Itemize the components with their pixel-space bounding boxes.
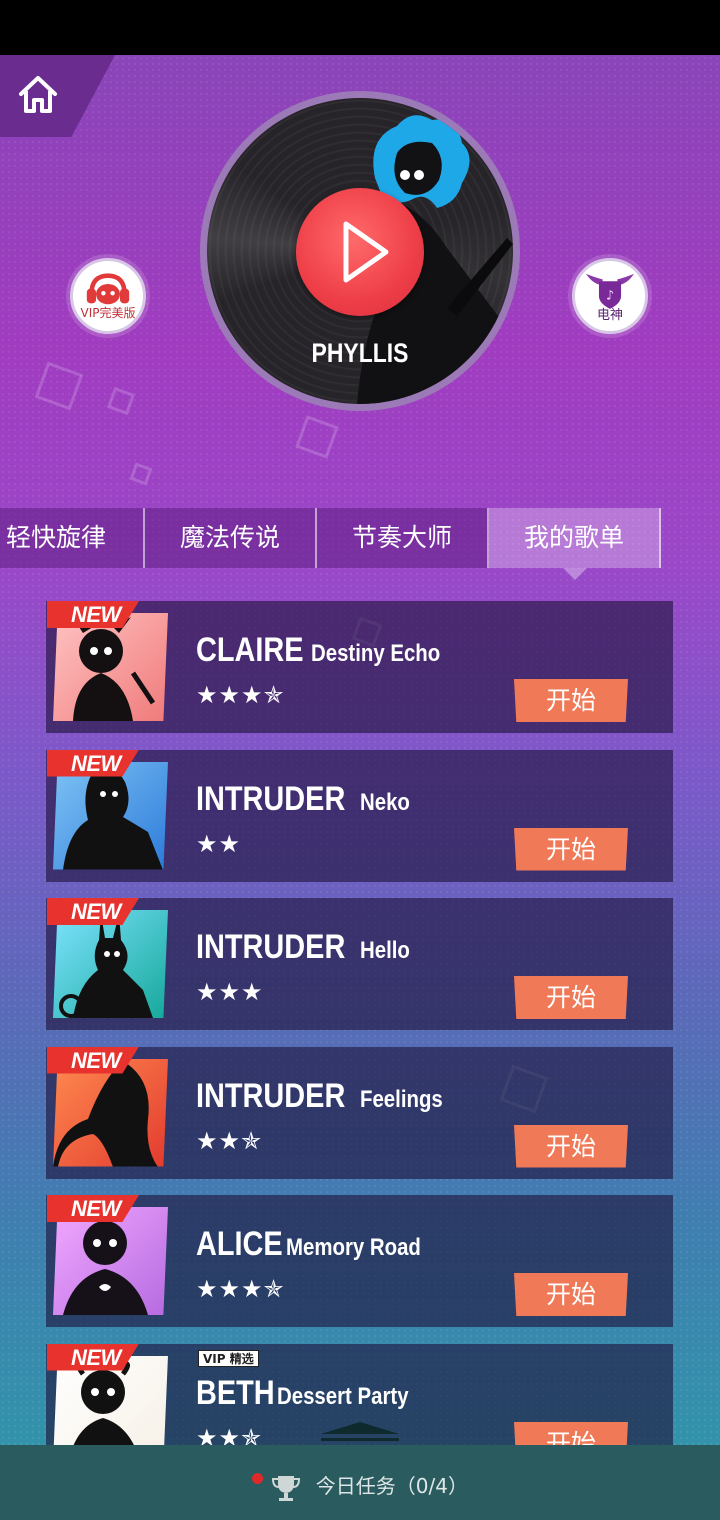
character-silhouette bbox=[63, 767, 163, 870]
song-name: Neko bbox=[360, 788, 411, 816]
tab-light-melody[interactable]: 轻快旋律 bbox=[0, 508, 145, 568]
song-card[interactable]: NEW CLAIRE Destiny Echo ★★★✯ 开始 bbox=[46, 601, 673, 733]
song-artist: BETH bbox=[196, 1373, 275, 1412]
song-name: Feelings bbox=[360, 1085, 443, 1113]
song-title: CLAIRE Destiny Echo bbox=[196, 631, 463, 670]
song-card[interactable]: NEW INTRUDER Neko ★★ 开始 bbox=[46, 749, 673, 882]
song-card[interactable]: NEW ALICE Memory Road ★★★✯ 开始 bbox=[46, 1195, 673, 1327]
game-screen: VIP完美版 ♪ 电神 PHYLLIS 轻快旋律 魔法传说 节奏大师 我的歌单 … bbox=[0, 55, 720, 1520]
song-card[interactable]: NEW INTRUDER Hello ★★★ 开始 bbox=[46, 898, 673, 1030]
daily-mission-label: 今日任务（0/4） bbox=[315, 1474, 468, 1498]
vip-version-label: VIP完美版 bbox=[80, 306, 136, 320]
vip-version-button[interactable]: VIP完美版 bbox=[70, 258, 146, 334]
song-name: Hello bbox=[360, 937, 411, 964]
song-artist: INTRUDER bbox=[196, 1076, 346, 1115]
song-title: BETH Dessert Party bbox=[196, 1374, 432, 1413]
difficulty-stars: ★★ bbox=[196, 829, 242, 858]
home-button[interactable] bbox=[16, 73, 60, 117]
song-title: INTRUDER Hello bbox=[196, 928, 419, 967]
decor-square bbox=[295, 415, 339, 459]
song-cover-art bbox=[53, 1058, 168, 1167]
decor-square bbox=[129, 462, 153, 486]
song-cover-art bbox=[53, 761, 168, 870]
difficulty-stars: ★★★✯ bbox=[196, 681, 285, 709]
expand-handle-icon[interactable] bbox=[321, 1420, 399, 1446]
song-artist: INTRUDER bbox=[196, 928, 346, 966]
character-silhouette bbox=[53, 1060, 158, 1167]
start-button[interactable]: 开始 bbox=[514, 679, 628, 722]
tab-my-playlist[interactable]: 我的歌单 bbox=[489, 508, 661, 580]
notification-dot bbox=[252, 1473, 264, 1484]
song-artist: CLAIRE bbox=[196, 631, 304, 669]
song-list: NEW CLAIRE Destiny Echo ★★★✯ 开始 NEW INTR… bbox=[46, 601, 673, 1492]
start-button[interactable]: 开始 bbox=[514, 1273, 628, 1316]
start-button[interactable]: 开始 bbox=[514, 976, 628, 1019]
song-artist: ALICE bbox=[196, 1225, 283, 1263]
song-title: INTRUDER Neko bbox=[196, 780, 419, 819]
decor-square bbox=[34, 361, 84, 411]
character-silhouette bbox=[63, 1221, 148, 1315]
song-name: Dessert Party bbox=[277, 1382, 409, 1410]
tab-magic-legend[interactable]: 魔法传说 bbox=[145, 508, 317, 568]
song-name: Destiny Echo bbox=[311, 640, 441, 667]
play-icon bbox=[343, 221, 389, 283]
song-title: ALICE Memory Road bbox=[196, 1225, 445, 1264]
start-button[interactable]: 开始 bbox=[514, 1124, 628, 1168]
svg-text:♪: ♪ bbox=[606, 289, 614, 304]
song-card[interactable]: NEW INTRUDER Feelings ★★✯ 开始 bbox=[46, 1046, 673, 1179]
play-button[interactable] bbox=[296, 188, 424, 316]
tab-rhythm-master[interactable]: 节奏大师 bbox=[317, 508, 489, 568]
home-icon bbox=[19, 76, 57, 113]
trophy-icon bbox=[272, 1475, 301, 1501]
song-title: INTRUDER Feelings bbox=[196, 1077, 457, 1116]
record-artist-name: PHYLLIS bbox=[311, 338, 409, 368]
decor-square bbox=[106, 386, 136, 416]
song-cover-art bbox=[53, 613, 168, 721]
song-cover-art bbox=[53, 910, 168, 1018]
status-bar bbox=[0, 0, 720, 55]
character-silhouette bbox=[73, 617, 156, 721]
character-silhouette bbox=[59, 914, 153, 1018]
vip-select-tag: VIP 精选 bbox=[198, 1349, 259, 1367]
daily-mission-button[interactable]: 今日任务（0/4） bbox=[0, 1470, 720, 1505]
thunder-god-button[interactable]: ♪ 电神 bbox=[572, 258, 648, 334]
category-tabs: 轻快旋律 魔法传说 节奏大师 我的歌单 bbox=[0, 508, 720, 580]
difficulty-stars: ★★★ bbox=[196, 978, 264, 1006]
difficulty-stars: ★★★✯ bbox=[196, 1275, 285, 1303]
difficulty-stars: ★★✯ bbox=[196, 1126, 263, 1155]
song-name: Memory Road bbox=[286, 1234, 422, 1261]
song-cover-art bbox=[53, 1207, 168, 1315]
song-artist: INTRUDER bbox=[196, 779, 346, 818]
thunder-god-label: 电神 bbox=[596, 308, 623, 323]
start-button[interactable]: 开始 bbox=[514, 827, 628, 871]
